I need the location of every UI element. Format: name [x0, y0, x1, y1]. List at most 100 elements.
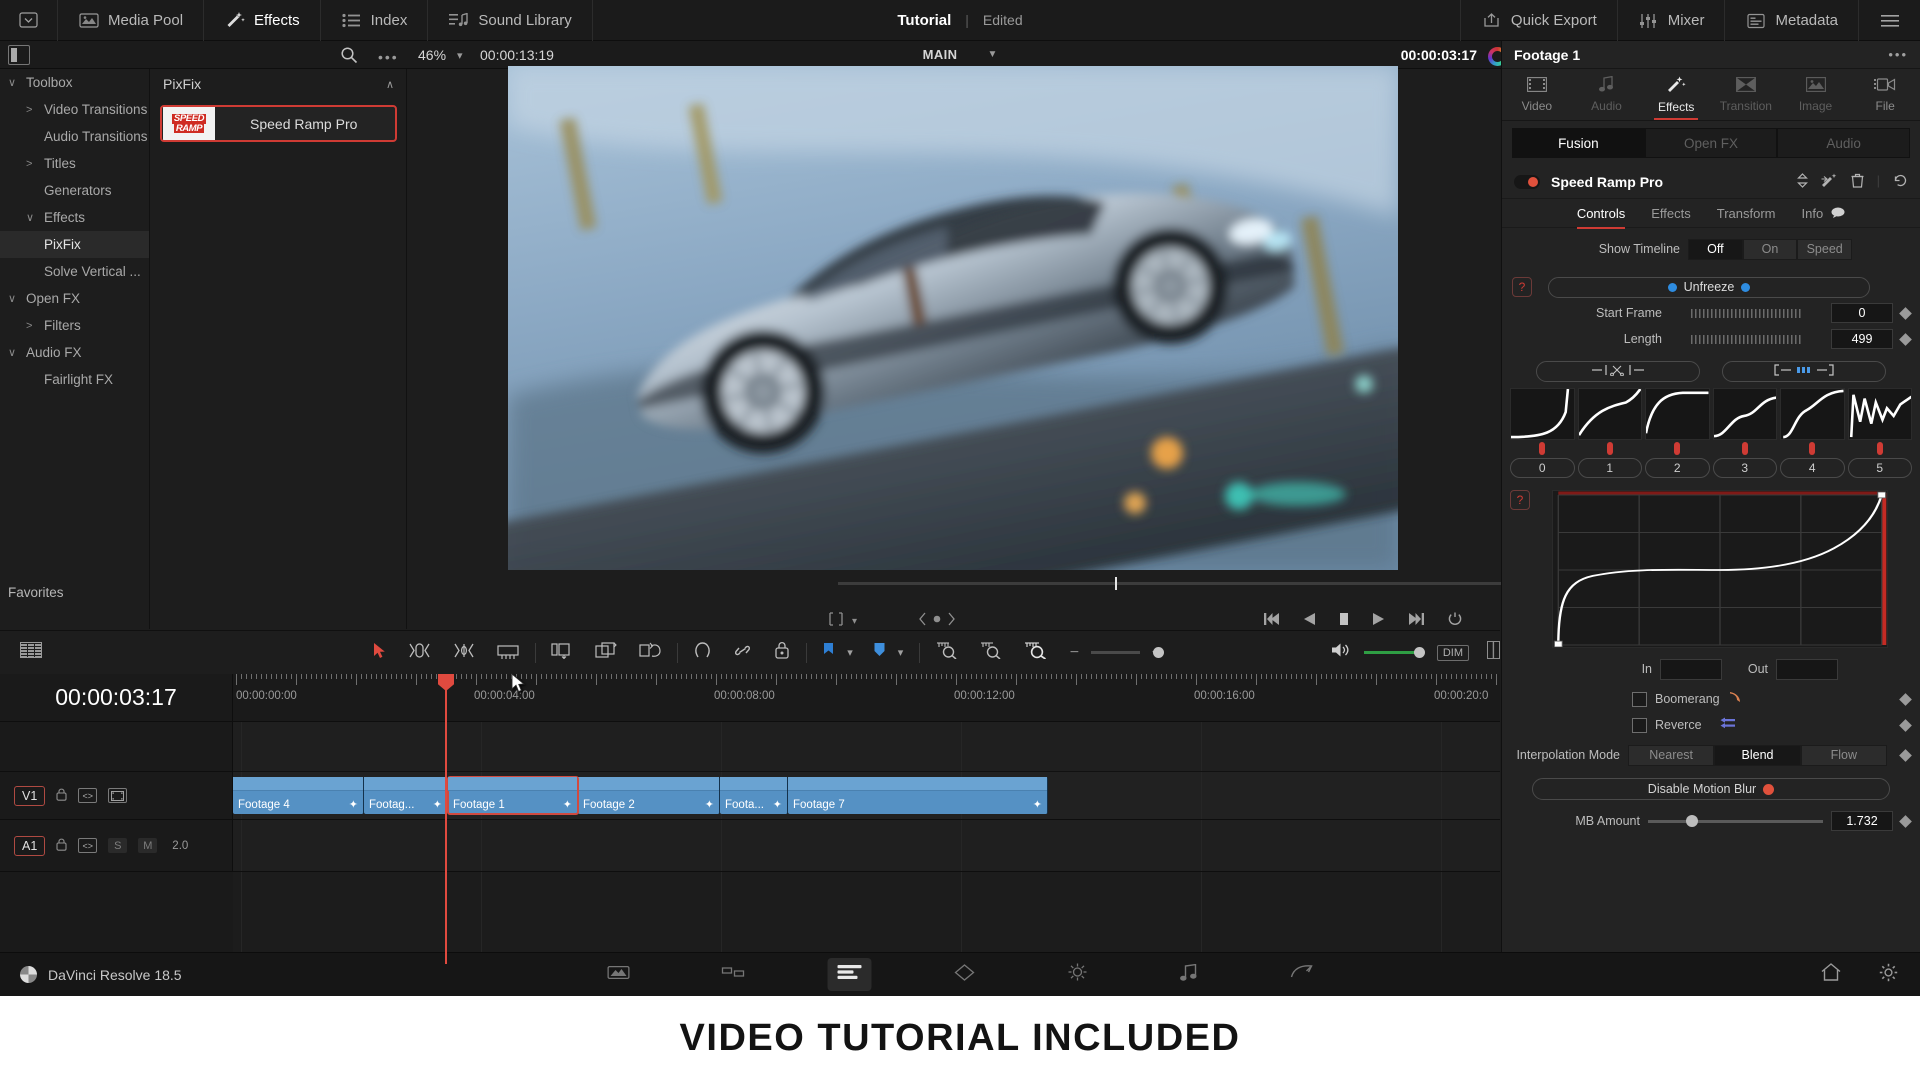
solo-button[interactable]: S [108, 838, 127, 853]
home-icon[interactable] [1821, 963, 1841, 987]
chevron-right-icon[interactable]: > [26, 158, 44, 170]
zoom-fit-icon[interactable] [936, 641, 958, 664]
viewer-source-selector[interactable]: MAIN ▼ [923, 47, 998, 62]
preset-3[interactable]: 3 [1713, 388, 1778, 478]
page-color[interactable] [1058, 957, 1098, 992]
page-fairlight[interactable] [1170, 958, 1209, 992]
timeline-clip[interactable]: Footage 4 ✦ [233, 777, 364, 814]
menu-button[interactable] [1858, 0, 1920, 41]
marker-nav-group[interactable] [917, 612, 957, 631]
zoom-slider-knob[interactable] [1153, 647, 1164, 658]
keyframe-diamond-icon[interactable] [1899, 693, 1912, 706]
delete-effect-icon[interactable] [1851, 173, 1864, 191]
reverce-checkbox[interactable] [1632, 718, 1647, 733]
track-header-a1[interactable]: A1 <> S M 2.0 [0, 820, 233, 871]
collapse-chevron-up-icon[interactable]: ∧ [386, 78, 394, 91]
reset-effect-icon[interactable] [1893, 173, 1908, 191]
subtab-fusion[interactable]: Fusion [1512, 128, 1645, 158]
page-cut[interactable] [712, 958, 756, 991]
favorites-section[interactable]: Favorites [0, 577, 150, 607]
ctrl-tab-transform[interactable]: Transform [1717, 206, 1776, 221]
replace-clip-icon[interactable] [639, 642, 661, 664]
help-icon[interactable]: ? [1510, 490, 1530, 510]
chevron-down-icon[interactable]: ▾ [852, 616, 857, 627]
tree-item-video-transitions[interactable]: > Video Transitions [0, 96, 149, 123]
overwrite-clip-icon[interactable] [595, 642, 617, 664]
ctrl-tab-effects[interactable]: Effects [1651, 206, 1691, 221]
razor-tool-icon[interactable] [497, 642, 519, 664]
timeline-playhead[interactable] [445, 674, 447, 964]
chevron-down-icon[interactable]: ▾ [898, 646, 904, 659]
chevron-right-icon[interactable]: > [26, 104, 44, 116]
tree-item-audiofx[interactable]: ∨ Audio FX [0, 339, 149, 366]
preset-number[interactable]: 4 [1780, 458, 1845, 478]
preset-number[interactable]: 1 [1578, 458, 1643, 478]
chevron-down-icon[interactable]: ▾ [457, 49, 463, 62]
option-speed[interactable]: Speed [1797, 239, 1852, 260]
tree-item-solve-vertical[interactable]: Solve Vertical ... [0, 258, 149, 285]
chevron-down-icon[interactable]: ∨ [26, 211, 44, 224]
speed-curve-editor[interactable] [1552, 490, 1888, 648]
mb-amount-value[interactable]: 1.732 [1831, 811, 1893, 831]
start-frame-value[interactable]: 0 [1831, 303, 1893, 323]
sound-library-button[interactable]: Sound Library [428, 0, 592, 41]
chevron-down-icon[interactable]: ∨ [8, 76, 26, 89]
chevron-down-icon[interactable]: ▾ [847, 646, 853, 659]
timeline-clip[interactable]: Foota... ✦ [720, 777, 788, 814]
effects-button[interactable]: Effects [204, 0, 321, 41]
tab-effects[interactable]: Effects [1641, 69, 1711, 120]
zoom-out-button[interactable]: − [1070, 644, 1079, 662]
effect-enable-toggle[interactable] [1514, 175, 1540, 189]
subtab-openfx[interactable]: Open FX [1645, 128, 1778, 158]
ctrl-tab-info[interactable]: Info [1802, 206, 1824, 221]
track-body-a1[interactable] [233, 820, 1500, 871]
dynamic-trim-tool-icon[interactable] [453, 642, 475, 664]
chevron-right-icon[interactable]: > [26, 320, 44, 332]
timeline-ruler[interactable]: 00:00:00:00 00:00:04:00 00:00:08:00 00:0… [233, 674, 1500, 722]
scrubber-handle[interactable] [1115, 577, 1117, 590]
track-name-a1[interactable]: A1 [14, 836, 45, 856]
play-forward-icon[interactable] [1372, 612, 1385, 631]
preset-number[interactable]: 0 [1510, 458, 1575, 478]
preset-2[interactable]: 2 [1645, 388, 1710, 478]
audio-meter-icon[interactable] [1487, 641, 1500, 664]
marker-icon[interactable] [873, 642, 886, 664]
search-icon[interactable] [340, 46, 358, 64]
index-button[interactable]: Index [321, 0, 429, 41]
page-fusion[interactable] [944, 958, 986, 992]
trim-edit-tool-icon[interactable] [408, 642, 431, 664]
chevron-down-icon[interactable]: ∨ [8, 346, 26, 359]
loop-icon[interactable] [1447, 611, 1463, 632]
length-value[interactable]: 499 [1831, 329, 1893, 349]
page-media[interactable] [598, 958, 640, 991]
lock-track-icon[interactable] [774, 641, 790, 664]
mixer-button[interactable]: Mixer [1617, 0, 1725, 41]
preset-4[interactable]: 4 [1780, 388, 1845, 478]
mb-amount-knob[interactable] [1686, 815, 1698, 827]
metadata-button[interactable]: Metadata [1724, 0, 1858, 41]
timeline-clip[interactable]: Footage 7 ✦ [788, 777, 1048, 814]
range-select-button[interactable] [1722, 361, 1886, 382]
in-field[interactable] [1660, 659, 1722, 680]
chevron-down-icon[interactable]: ∨ [8, 292, 26, 305]
effect-item-speed-ramp-pro[interactable]: SPEED RAMP Speed Ramp Pro [160, 105, 397, 142]
chevron-down-icon[interactable]: ▼ [987, 49, 997, 60]
video-preview[interactable] [508, 66, 1398, 570]
preset-thumb[interactable] [1510, 388, 1575, 440]
timeline-view-icon[interactable] [20, 641, 43, 664]
track-name-v1[interactable]: V1 [14, 786, 45, 806]
preset-thumb[interactable] [1713, 388, 1778, 440]
link-clips-icon[interactable] [733, 642, 752, 664]
preset-number[interactable]: 5 [1848, 458, 1913, 478]
media-pool-button[interactable]: Media Pool [58, 0, 204, 41]
show-timeline-segmented[interactable]: Off On Speed [1688, 239, 1852, 260]
effects-options-button[interactable]: ••• [378, 49, 399, 65]
timeline-clip[interactable]: Footage 2 ✦ [578, 777, 720, 814]
tab-file[interactable]: File [1850, 69, 1920, 120]
jump-start-icon[interactable] [1263, 612, 1281, 631]
tab-audio[interactable]: Audio [1572, 69, 1642, 120]
preset-thumb[interactable] [1578, 388, 1643, 440]
gear-icon[interactable] [1879, 963, 1898, 987]
tree-item-generators[interactable]: Generators [0, 177, 149, 204]
volume-slider-knob[interactable] [1414, 647, 1425, 658]
